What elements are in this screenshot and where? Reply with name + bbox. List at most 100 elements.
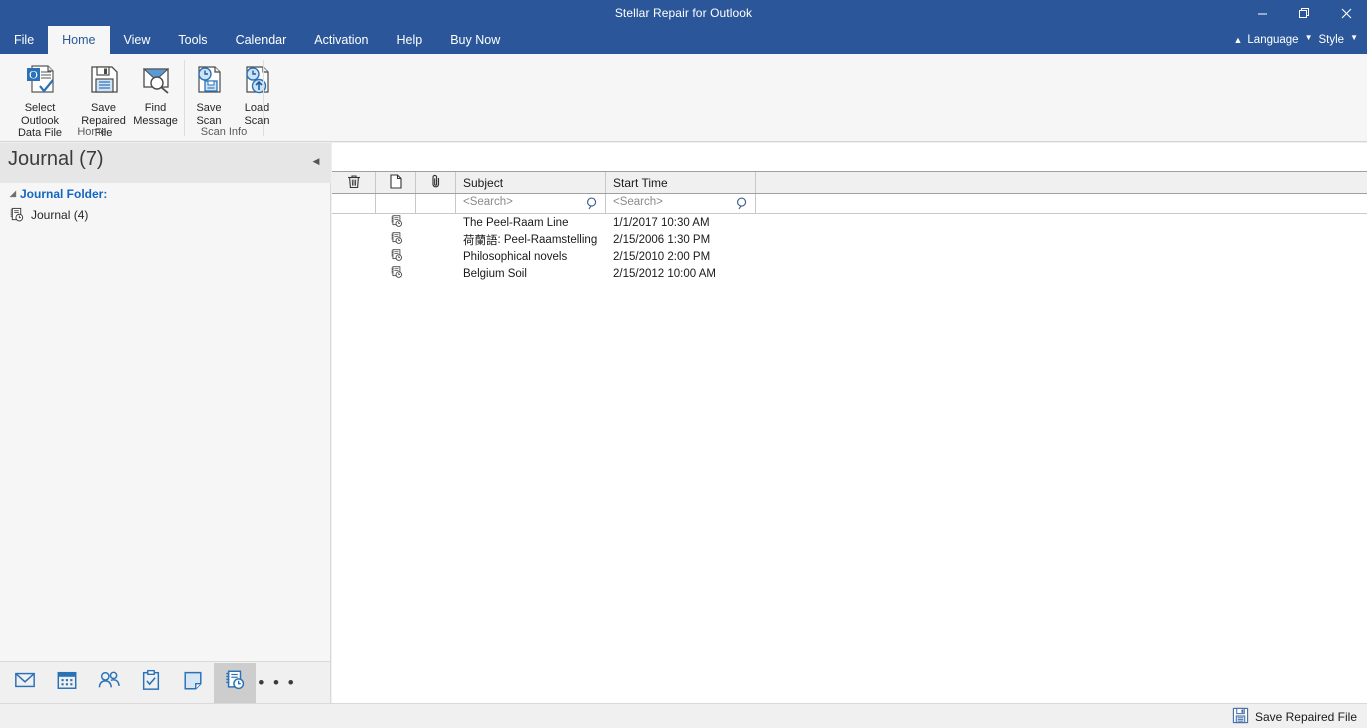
language-menu[interactable]: Language	[1246, 34, 1299, 46]
column-header-type[interactable]	[376, 172, 416, 193]
row-subject-text: Philosophical novels	[463, 250, 568, 263]
calendar-icon	[56, 669, 78, 696]
tab-calendar[interactable]: Calendar	[222, 26, 301, 54]
row-subject-cell: Philosophical novels	[456, 248, 606, 265]
table-row[interactable]: Philosophical novels 2/15/2010 2:00 PM	[332, 248, 1367, 265]
tab-activation[interactable]: Activation	[300, 26, 382, 54]
row-delete-cell[interactable]	[332, 248, 376, 265]
ribbon-right-controls: ▲ Language ▼ Style ▼	[1231, 26, 1361, 54]
nav-tasks-button[interactable]	[130, 663, 172, 703]
collapse-pane-button[interactable]: ◀	[309, 154, 323, 168]
search-cell-type	[376, 194, 416, 213]
table-row[interactable]: The Peel-Raam Line 1/1/2017 10:30 AM	[332, 214, 1367, 231]
row-delete-cell[interactable]	[332, 265, 376, 282]
tab-tools[interactable]: Tools	[164, 26, 221, 54]
tab-file[interactable]: File	[0, 26, 48, 54]
window-controls	[1241, 0, 1367, 26]
tab-buy-now[interactable]: Buy Now	[436, 26, 514, 54]
restore-button[interactable]	[1283, 0, 1325, 26]
nav-notes-button[interactable]	[172, 663, 214, 703]
journal-icon	[390, 248, 403, 265]
ribbon-group-home-label: Home	[77, 126, 107, 138]
chevron-up-icon[interactable]: ▲	[1231, 35, 1244, 45]
table-row[interactable]: 荷蘭語: Peel-Raamstelling 2/15/2006 1:30 PM	[332, 231, 1367, 248]
app-window: Stellar Repair for Outlook File Home Vie…	[0, 0, 1367, 728]
language-chevron-down-icon[interactable]: ▼	[1302, 34, 1316, 42]
nav-contacts-button[interactable]	[88, 663, 130, 703]
save-scan-button[interactable]: Save Scan	[185, 56, 233, 127]
journal-icon	[390, 265, 403, 282]
row-attachment-cell	[416, 248, 456, 265]
notes-icon	[182, 669, 204, 696]
magnifier-icon[interactable]	[586, 196, 599, 215]
more-icon: • • •	[258, 673, 296, 692]
ribbon-group-home: O Select Outlook Data File Save Repaired…	[0, 54, 184, 142]
row-delete-cell[interactable]	[332, 231, 376, 248]
search-input-starttime[interactable]: <Search>	[613, 196, 663, 208]
page-icon	[389, 173, 402, 192]
row-subject-cell: Belgium Soil	[456, 265, 606, 282]
search-cell-starttime[interactable]: <Search>	[606, 194, 756, 213]
row-subject-text: Belgium Soil	[463, 267, 527, 280]
window-title: Stellar Repair for Outlook	[614, 6, 753, 20]
chevron-expanded-icon[interactable]: ◢	[6, 189, 20, 198]
nav-calendar-button[interactable]	[46, 663, 88, 703]
row-subject-cell: 荷蘭語: Peel-Raamstelling	[456, 231, 606, 248]
title-bar: Stellar Repair for Outlook	[0, 0, 1367, 26]
tab-home[interactable]: Home	[48, 26, 110, 54]
grid-search-row: <Search> <Search>	[332, 194, 1367, 214]
search-input-subject[interactable]: <Search>	[463, 196, 513, 208]
module-nav-bar: • • •	[0, 661, 331, 703]
nav-more-button[interactable]: • • •	[256, 663, 298, 703]
row-subject-text: The Peel-Raam Line	[463, 216, 569, 229]
magnifier-icon[interactable]	[736, 196, 749, 215]
style-chevron-down-icon[interactable]: ▼	[1347, 34, 1361, 42]
search-cell-delete	[332, 194, 376, 213]
row-delete-cell[interactable]	[332, 214, 376, 231]
row-subject-text: : Peel-Raamstelling	[497, 233, 598, 246]
nav-journal-button[interactable]	[214, 662, 256, 703]
ribbon: O Select Outlook Data File Save Repaired…	[0, 54, 1367, 142]
row-starttime-cell: 1/1/2017 10:30 AM	[613, 216, 710, 229]
close-button[interactable]	[1325, 0, 1367, 26]
status-save-repaired-file-button[interactable]: Save Repaired File	[1232, 707, 1357, 727]
row-extra-cell	[756, 248, 1367, 265]
row-extra-cell	[756, 265, 1367, 282]
grid-header-row: Subject Start Time	[332, 171, 1367, 194]
row-type-cell	[376, 265, 416, 282]
tree-node-journal-folder[interactable]: ◢ Journal Folder:	[0, 183, 331, 204]
ribbon-group-scan-info: Save Scan Load Scan Scan Info	[185, 54, 270, 142]
nav-mail-button[interactable]	[4, 663, 46, 703]
find-message-label: Find Message	[133, 102, 178, 127]
row-starttime-cell: 2/15/2010 2:00 PM	[613, 250, 711, 263]
search-cell-extra	[756, 194, 1367, 213]
row-starttime-cell: 2/15/2006 1:30 PM	[613, 233, 711, 246]
row-type-cell	[376, 248, 416, 265]
find-message-icon	[139, 58, 173, 100]
column-header-subject[interactable]: Subject	[456, 172, 606, 193]
journal-icon	[6, 207, 26, 222]
journal-grid-panel: Subject Start Time <Search> <Search> The…	[332, 143, 1367, 703]
load-scan-button[interactable]: Load Scan	[233, 56, 281, 127]
column-header-starttime[interactable]: Start Time	[606, 172, 756, 193]
journal-icon	[224, 669, 246, 696]
status-bar: Save Repaired File	[0, 703, 1367, 728]
mail-icon	[14, 669, 36, 696]
column-header-extra[interactable]	[756, 172, 1367, 193]
ribbon-separator-2	[263, 60, 264, 136]
sidebar-header: Journal (7) ◀	[0, 143, 331, 183]
table-row[interactable]: Belgium Soil 2/15/2012 10:00 AM	[332, 265, 1367, 282]
search-cell-subject[interactable]: <Search>	[456, 194, 606, 213]
row-extra-cell	[756, 214, 1367, 231]
journal-icon	[390, 231, 403, 248]
minimize-button[interactable]	[1241, 0, 1283, 26]
column-header-attachment[interactable]	[416, 172, 456, 193]
tab-view[interactable]: View	[110, 26, 165, 54]
tree-item-journal[interactable]: Journal (4)	[0, 204, 331, 225]
journal-icon	[390, 214, 403, 231]
tab-help[interactable]: Help	[383, 26, 437, 54]
column-header-delete[interactable]	[332, 172, 376, 193]
style-menu[interactable]: Style	[1318, 34, 1346, 46]
row-type-cell	[376, 231, 416, 248]
trash-icon	[347, 174, 361, 192]
